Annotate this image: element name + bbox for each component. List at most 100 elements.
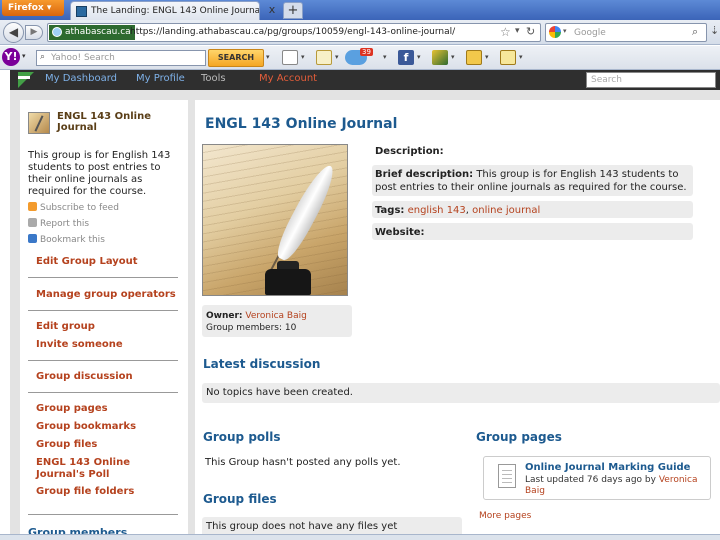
yahoo-logo-icon[interactable]: Y! [2,48,20,66]
brief-description-label: Brief description: [375,169,474,180]
page-card-meta: Last updated 76 days ago by Veronica Bai… [525,475,707,497]
facebook-icon[interactable]: f [398,50,414,65]
group-polls-heading: Group polls [203,430,281,444]
yahoo-search-button[interactable]: SEARCH [208,49,264,67]
brief-description-row: Brief description: This group is for Eng… [372,165,693,196]
browser-statusbar [0,534,720,540]
mail-icon[interactable] [316,50,332,65]
browser-search-placeholder: Google [574,28,606,38]
website-label: Website: [375,227,425,238]
bookmark-this-link[interactable]: Bookmark this [28,234,105,245]
page-tools-dropdown-icon[interactable]: ▾ [301,53,305,61]
search-dropdown-icon[interactable]: ▾ [266,53,270,61]
toolbox-dropdown-icon[interactable]: ▾ [485,53,489,61]
site-favicon-icon [76,6,87,17]
notepad-icon[interactable] [500,50,516,65]
tab-close-icon[interactable]: x [265,3,279,17]
notepad-dropdown-icon[interactable]: ▾ [519,53,523,61]
mail-dropdown-icon[interactable]: ▾ [335,53,339,61]
page-card-title[interactable]: Online Journal Marking Guide [525,462,690,473]
globe-icon [52,27,62,37]
tag-separator: , [465,205,469,216]
group-discussion-link[interactable]: Group discussion [36,371,133,383]
tag-online-journal[interactable]: online journal [472,205,540,216]
group-bookmarks-link[interactable]: Group bookmarks [36,421,136,433]
search-engine-dropdown-icon[interactable]: ▾ [563,27,567,35]
forward-button[interactable]: ▶ [25,25,43,40]
downloads-icon[interactable]: ⇣ [710,24,719,37]
url-text[interactable]: https://landing.athabascau.ca/pg/groups/… [130,27,455,37]
group-pages-heading: Group pages [476,430,562,444]
edit-group-layout-link[interactable]: Edit Group Layout [36,256,138,268]
inkwell-icon [265,269,311,295]
new-tab-button[interactable]: + [283,2,303,19]
nav-my-account[interactable]: My Account [259,73,317,84]
edit-group-link[interactable]: Edit group [36,321,95,333]
page-title: ENGL 143 Online Journal [205,116,398,132]
back-arrow-icon: ◀ [8,25,19,39]
games-icon[interactable] [432,50,448,65]
tags-row: Tags: english 143, online journal [372,201,693,218]
sidebar-divider [28,310,178,311]
bookmark-this-label: Bookmark this [40,235,105,245]
subscribe-feed-link[interactable]: Subscribe to feed [28,202,119,213]
site-header: My Dashboard My Profile Tools My Account… [10,70,720,90]
manage-operators-link[interactable]: Manage group operators [36,289,176,301]
facebook-dropdown-icon[interactable]: ▾ [417,53,421,61]
group-poll-link[interactable]: ENGL 143 Online Journal's Poll [36,457,130,481]
page-tools-icon[interactable] [282,50,298,65]
browser-search-box[interactable]: ▾ Google ⌕ [545,23,707,42]
group-files-link[interactable]: Group files [36,439,97,451]
document-icon [498,464,516,488]
reload-icon[interactable]: ↻ [526,25,535,38]
back-button[interactable]: ◀ [3,22,24,43]
bookmark-icon [28,234,37,243]
tag-english-143[interactable]: english 143 [408,205,466,216]
sidebar-divider [28,277,178,278]
sidebar-divider [28,360,178,361]
google-icon [549,26,561,38]
members-label: Group members: [206,323,283,333]
yahoo-search-input[interactable]: ⌕ Yahoo! Search [36,50,206,66]
search-icon[interactable]: ⌕ [692,25,698,39]
group-poll-line1: ENGL 143 Online [36,457,130,468]
nav-my-dashboard[interactable]: My Dashboard [45,73,117,84]
browser-tab[interactable]: The Landing: ENGL 143 Online Journal [70,1,260,20]
url-dropdown-icon[interactable]: ▾ [515,26,520,36]
invite-someone-link[interactable]: Invite someone [36,339,123,351]
group-pages-link[interactable]: Group pages [36,403,108,415]
group-quill-icon [28,112,50,134]
subscribe-feed-label: Subscribe to feed [40,203,119,213]
report-this-link[interactable]: Report this [28,218,89,229]
weather-dropdown-icon[interactable]: ▾ [383,53,387,61]
yahoo-search-placeholder: Yahoo! Search [51,53,115,63]
site-identity-button[interactable]: athabascau.ca [49,25,135,40]
landing-logo-icon[interactable] [18,72,34,88]
browser-navbar: ◀ ▶ athabascau.ca https://landing.athaba… [0,20,720,45]
report-icon [28,218,37,227]
owner-name-link[interactable]: Veronica Baig [245,311,306,321]
bookmark-star-icon[interactable]: ☆ [500,25,511,39]
nav-my-profile[interactable]: My Profile [136,73,185,84]
description-label: Description: [375,146,444,157]
yahoo-menu-dropdown-icon[interactable]: ▾ [22,52,26,60]
report-this-label: Report this [40,219,90,229]
toolbox-icon[interactable] [466,50,482,65]
group-file-folders-link[interactable]: Group file folders [36,486,134,498]
tags-label: Tags: [375,205,405,216]
firefox-menu-button[interactable]: Firefox ▾ [2,0,64,16]
more-pages-link[interactable]: More pages [479,511,531,521]
sidebar-group-title[interactable]: ENGL 143 Online Journal [57,111,182,133]
sidebar-group-description: This group is for English 143 students t… [28,150,171,197]
nav-tools[interactable]: Tools [201,73,226,84]
latest-discussion-box: No topics have been created. [202,383,720,403]
url-bar[interactable]: athabascau.ca https://landing.athabascau… [47,23,541,42]
firefox-menu-label: Firefox [8,3,44,13]
games-dropdown-icon[interactable]: ▾ [451,53,455,61]
site-identity-label: athabascau.ca [65,27,131,37]
yahoo-toolbar: Y! ▾ ⌕ Yahoo! Search SEARCH ▾ ▾ ▾ 39 ▾ f… [0,46,720,70]
page-card[interactable]: Online Journal Marking Guide Last update… [483,456,711,500]
rss-icon [28,202,37,211]
site-search-input[interactable]: Search [586,72,716,88]
group-photo [202,144,348,296]
